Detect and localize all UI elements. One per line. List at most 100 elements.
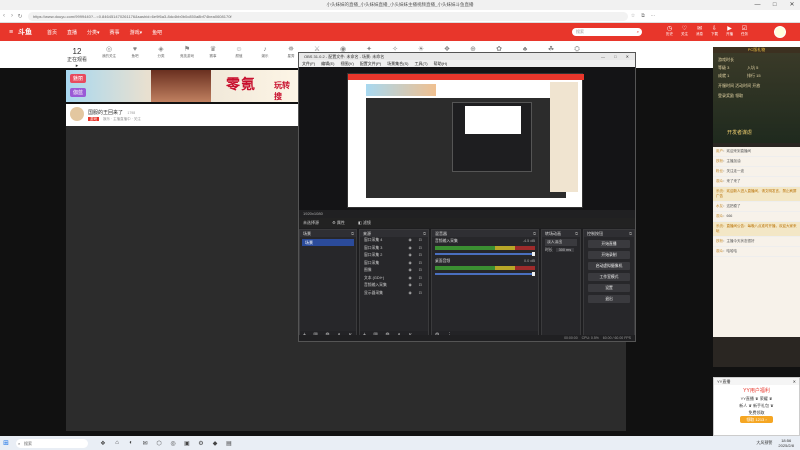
source-item[interactable]: 显示器采集 ◉ ⊡ xyxy=(360,290,428,298)
source-item[interactable]: 音频输入采集 ◉ ⊡ xyxy=(360,282,428,290)
start-icon[interactable]: ⊞ xyxy=(0,439,12,447)
source-item[interactable]: 窗口采集 ◉ ⊡ xyxy=(360,260,428,268)
nav-games[interactable]: 游戏▾ xyxy=(130,29,143,36)
reload-icon[interactable]: ↻ xyxy=(16,13,24,20)
clock[interactable]: 18:56 2025/2/8 xyxy=(778,438,794,448)
taskbar-app-icon[interactable]: ▤ xyxy=(222,440,236,447)
site-logo[interactable]: 斗鱼 xyxy=(18,27,32,37)
chat-user[interactable]: 观众 xyxy=(716,179,723,183)
search-input[interactable]: 搜索 ⌕ xyxy=(572,28,642,36)
obs-menu-item[interactable]: 工具(T) xyxy=(414,61,427,66)
source-visibility-icon[interactable]: ◉ ⊡ xyxy=(408,245,425,253)
yy-claim-button[interactable]: 领取 1213 › xyxy=(740,416,773,423)
exit-button[interactable]: 退出 xyxy=(588,295,630,303)
taskbar-app-icon[interactable]: ❖ xyxy=(96,440,110,447)
obs-preview[interactable] xyxy=(299,67,635,210)
bookmark-icon[interactable]: ☆ xyxy=(628,13,638,19)
obs-menu-item[interactable]: 场景集合(S) xyxy=(387,61,408,66)
source-visibility-icon[interactable]: ◉ ⊡ xyxy=(408,267,425,275)
header-icon-0[interactable]: ◷ 历史 xyxy=(662,25,677,37)
chat-user[interactable]: 铁粉 xyxy=(716,239,723,243)
obs-menu-item[interactable]: 视图(V) xyxy=(340,61,353,66)
taskbar-app-icon[interactable]: ⬡ xyxy=(152,440,166,447)
volume-slider[interactable] xyxy=(435,252,535,256)
properties-button[interactable]: ⚙ 属性 xyxy=(332,220,345,225)
taskbar-app-icon[interactable]: ◎ xyxy=(166,440,180,447)
header-icon-1[interactable]: ♡ 关注 xyxy=(677,25,692,37)
address-bar[interactable]: https://www.douyu.com/9999440?...=0.8464… xyxy=(28,11,628,21)
source-item[interactable]: 窗口采集 2 ◉ ⊡ xyxy=(360,252,428,260)
maximize-button[interactable]: □ xyxy=(767,0,783,10)
chat-user[interactable]: 用户 xyxy=(716,149,723,153)
chat-user[interactable]: 铁粉 xyxy=(716,159,723,163)
source-visibility-icon[interactable]: ◉ ⊡ xyxy=(408,290,425,298)
taskbar-app-icon[interactable]: ✉ xyxy=(138,440,152,447)
header-icon-2[interactable]: ✉ 消息 xyxy=(692,25,707,37)
forward-icon[interactable]: › xyxy=(8,13,16,19)
stream-banner[interactable]: 魅丽 伽蓝 零氪 玩转 搜 xyxy=(66,70,298,102)
taskbar-app-icon[interactable]: ⌂ xyxy=(110,440,124,446)
header-icon-4[interactable]: ▶ 开播 xyxy=(722,25,737,37)
source-item[interactable]: 文本 (GDI+) ◉ ⊡ xyxy=(360,275,428,283)
start-recording-button[interactable]: 开始录制 xyxy=(588,251,630,259)
chat-user[interactable]: 观众 xyxy=(716,214,723,218)
header-icon-5[interactable]: ☑ 任务 xyxy=(737,25,752,37)
nav-events[interactable]: 赛事 xyxy=(110,29,120,36)
taskbar-app-icon[interactable]: ▣ xyxy=(180,440,194,447)
volume-slider[interactable] xyxy=(435,272,535,276)
chat-user[interactable]: 系统 xyxy=(716,189,723,193)
obs-menu-item[interactable]: 编辑(E) xyxy=(321,61,334,66)
nav-live[interactable]: 直播 xyxy=(67,29,77,36)
transition-select[interactable]: 淡入淡出 xyxy=(545,239,577,246)
follow-counter[interactable]: 12 正在观看 ▸ xyxy=(66,47,88,69)
category-item[interactable]: ♛ 赛事 xyxy=(200,45,226,59)
source-visibility-icon[interactable]: ◉ ⊡ xyxy=(408,260,425,268)
category-item[interactable]: ⚑ 竞技游戏 xyxy=(174,45,200,59)
category-item[interactable]: ♪ 娱乐 xyxy=(252,45,278,59)
source-visibility-icon[interactable]: ◉ ⊡ xyxy=(408,237,425,245)
taskbar-app-icon[interactable]: ◆ xyxy=(208,440,222,447)
menu-icon[interactable]: ≡ xyxy=(4,29,18,36)
start-streaming-button[interactable]: 开始直播 xyxy=(588,240,630,248)
obs-window-controls[interactable]: — □ ✕ xyxy=(601,53,633,60)
source-item[interactable]: 图像 ◉ ⊡ xyxy=(360,267,428,275)
tabs-icon[interactable]: ⧉ xyxy=(638,13,648,19)
nav-home[interactable]: 首页 xyxy=(47,29,57,36)
more-icon[interactable]: ⋯ xyxy=(648,13,658,19)
taskbar-app-icon[interactable]: ⚙ xyxy=(194,440,208,447)
source-item[interactable]: 窗口采集 3 ◉ ⊡ xyxy=(360,245,428,253)
duration-input[interactable]: 300 ms xyxy=(555,248,575,252)
studio-mode-button[interactable]: 工作室模式 xyxy=(588,273,630,281)
weather-alert[interactable]: 大风预警 xyxy=(756,440,772,446)
streamer-avatar[interactable] xyxy=(70,107,84,121)
taskbar-search[interactable]: 搜索 xyxy=(16,438,88,448)
nav-yuba[interactable]: 鱼吧 xyxy=(152,29,162,36)
filters-button[interactable]: ◧ 滤镜 xyxy=(358,220,371,225)
source-visibility-icon[interactable]: ◉ ⊡ xyxy=(408,282,425,290)
taskbar-app-icon[interactable]: ◐ xyxy=(124,440,138,446)
virtual-camera-button[interactable]: 启动虚拟摄像机 xyxy=(588,262,630,270)
back-icon[interactable]: ‹ xyxy=(0,13,8,19)
obs-menu-item[interactable]: 文件(F) xyxy=(302,61,315,66)
scene-item[interactable]: 场景 xyxy=(302,239,354,246)
obs-menu-item[interactable]: 配置文件(P) xyxy=(360,61,381,66)
header-icon-3[interactable]: ⇩ 下载 xyxy=(707,25,722,37)
close-button[interactable]: ✕ xyxy=(784,0,800,10)
chat-user[interactable]: 系统 xyxy=(716,224,723,228)
category-item[interactable]: ◈ 分类 xyxy=(148,45,174,59)
category-item[interactable]: ♥ 鱼吧 xyxy=(122,45,148,59)
nav-category[interactable]: 分类▾ xyxy=(87,29,100,36)
settings-button[interactable]: 设置 xyxy=(588,284,630,292)
chat-user[interactable]: 水友 xyxy=(716,204,723,208)
chat-user[interactable]: 粉丝 xyxy=(716,169,723,173)
source-visibility-icon[interactable]: ◉ ⊡ xyxy=(408,252,425,260)
minimize-button[interactable]: — xyxy=(749,0,765,10)
close-icon[interactable]: ✕ xyxy=(793,378,796,385)
source-item[interactable]: 窗口采集 4 ◉ ⊡ xyxy=(360,237,428,245)
source-visibility-icon[interactable]: ◉ ⊡ xyxy=(408,275,425,283)
search-icon[interactable]: ⌕ xyxy=(637,28,639,36)
obs-menu-item[interactable]: 帮助(H) xyxy=(434,61,448,66)
category-item[interactable]: ◎ 我的关注 xyxy=(96,45,122,59)
chat-user[interactable]: 观众 xyxy=(716,249,723,253)
avatar[interactable] xyxy=(774,26,786,38)
